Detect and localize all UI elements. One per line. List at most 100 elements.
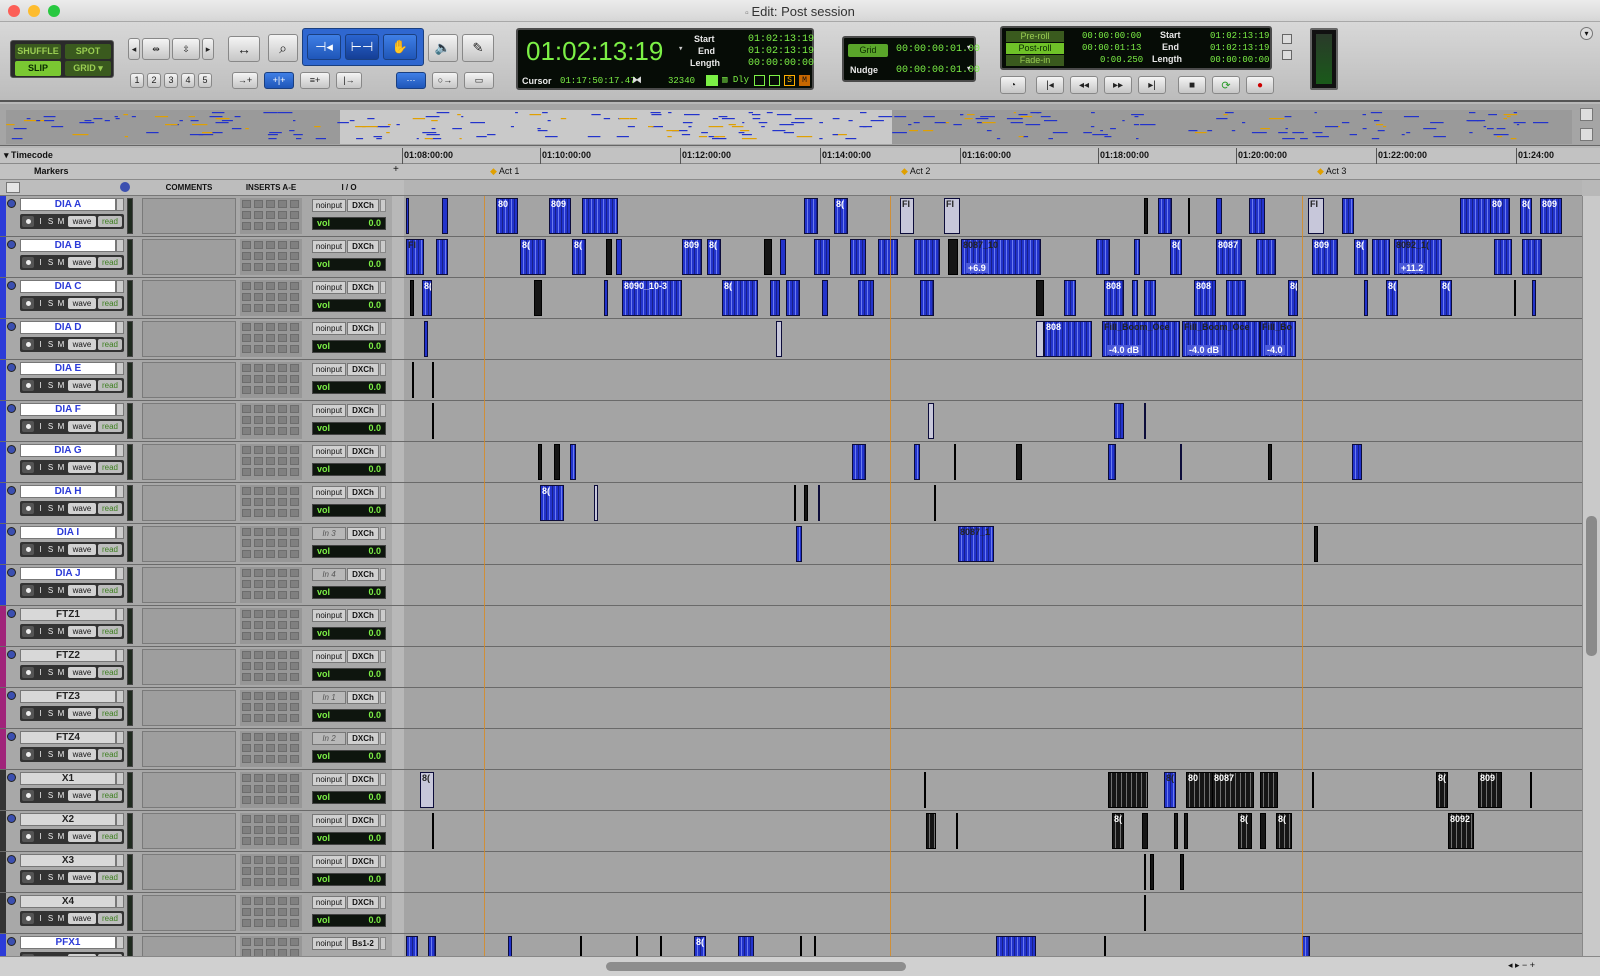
audio-clip[interactable] <box>1144 895 1146 931</box>
insert-slot[interactable] <box>266 867 275 875</box>
insert-slot[interactable] <box>290 427 299 435</box>
track-menu-icon[interactable] <box>116 772 124 785</box>
track-row[interactable]: DIA J I S M wave read In 4 DXCh vol 0.0 <box>0 565 1600 606</box>
audio-clip[interactable] <box>1268 444 1272 480</box>
insert-slot[interactable] <box>254 908 263 916</box>
track-output-selector[interactable]: DXCh <box>347 199 379 212</box>
track-comments[interactable] <box>142 239 236 275</box>
input-monitor-button[interactable]: I <box>36 708 45 719</box>
insert-slot[interactable] <box>242 733 251 741</box>
input-monitor-button[interactable]: I <box>36 872 45 883</box>
track-type-icon[interactable] <box>7 568 16 577</box>
audio-clip[interactable] <box>804 485 808 521</box>
insert-slot[interactable] <box>266 334 275 342</box>
track-view-selector[interactable]: wave <box>68 790 96 801</box>
group-icon[interactable] <box>120 182 130 192</box>
track-type-icon[interactable] <box>7 855 16 864</box>
automation-mode-selector[interactable]: read <box>98 872 122 883</box>
insert-slot[interactable] <box>290 304 299 312</box>
insert-slot[interactable] <box>290 733 299 741</box>
insert-slot[interactable] <box>290 487 299 495</box>
track-output-selector[interactable]: DXCh <box>347 691 379 704</box>
insert-slot[interactable] <box>254 222 263 230</box>
insert-slot[interactable] <box>254 200 263 208</box>
input-monitor-button[interactable]: I <box>36 749 45 760</box>
track-view-selector[interactable]: wave <box>68 872 96 883</box>
track-name[interactable]: FTZ4 <box>20 731 116 744</box>
audio-clip[interactable] <box>852 444 866 480</box>
insert-slot[interactable] <box>254 241 263 249</box>
track-comments[interactable] <box>142 403 236 439</box>
track-playlist-lane[interactable]: 8(8090_10-3 8(808 808 8(8(8( <box>404 278 1582 318</box>
audio-clip[interactable] <box>1372 239 1390 275</box>
audio-clip[interactable] <box>1532 280 1536 316</box>
track-input-selector[interactable]: noinput <box>312 937 346 950</box>
record-enable-icon[interactable] <box>22 585 34 596</box>
track-inserts[interactable] <box>240 567 302 603</box>
solo-button[interactable]: S <box>46 913 55 924</box>
shuffle-mode-button[interactable]: SHUFFLE <box>15 44 61 59</box>
audio-clip[interactable]: 8( <box>694 936 706 956</box>
insert-slot[interactable] <box>266 580 275 588</box>
solo-button[interactable]: S <box>46 544 55 555</box>
audio-clip[interactable]: 8( <box>1164 772 1176 808</box>
track-comments[interactable] <box>142 813 236 849</box>
insert-slot[interactable] <box>254 416 263 424</box>
insert-slot[interactable] <box>254 252 263 260</box>
audio-clip[interactable] <box>660 936 662 956</box>
insert-slot[interactable] <box>242 867 251 875</box>
solo-button[interactable]: S <box>46 831 55 842</box>
audio-clip[interactable] <box>776 321 782 357</box>
track-playlist-lane[interactable] <box>404 852 1582 892</box>
zoom-preset-1[interactable]: 1 <box>130 73 144 88</box>
insert-slot[interactable] <box>278 815 287 823</box>
scrubber-tool-icon[interactable]: 🔈 <box>428 34 458 62</box>
delay-comp-label[interactable]: ▥ Dly <box>722 75 749 85</box>
postroll-button[interactable]: Post-roll <box>1006 43 1064 54</box>
audio-clip[interactable]: 8( <box>1112 813 1124 849</box>
io-scroll-icon[interactable] <box>380 445 386 458</box>
automation-mode-selector[interactable]: read <box>98 339 122 350</box>
track-inserts[interactable] <box>240 608 302 644</box>
insert-slot[interactable] <box>278 364 287 372</box>
insert-slot[interactable] <box>242 345 251 353</box>
insert-slot[interactable] <box>290 949 299 956</box>
insert-slot[interactable] <box>266 785 275 793</box>
insert-slot[interactable] <box>266 487 275 495</box>
insert-slot[interactable] <box>266 386 275 394</box>
insert-slot[interactable] <box>254 796 263 804</box>
audio-clip[interactable]: FI <box>406 239 424 275</box>
audio-clip[interactable]: FI <box>900 198 914 234</box>
insert-slot[interactable] <box>278 457 287 465</box>
audio-clip[interactable]: 8( <box>707 239 721 275</box>
insert-slot[interactable] <box>278 703 287 711</box>
insert-slot[interactable] <box>266 856 275 864</box>
solo-button[interactable]: S <box>46 257 55 268</box>
insert-slot[interactable] <box>278 878 287 886</box>
audio-clip[interactable]: 8( <box>422 280 432 316</box>
track-inserts[interactable] <box>240 198 302 234</box>
track-name[interactable]: DIA H <box>20 485 116 498</box>
record-enable-icon[interactable] <box>22 421 34 432</box>
record-icon[interactable]: ● <box>1246 76 1274 94</box>
track-input-selector[interactable]: In 2 <box>312 732 346 745</box>
io-scroll-icon[interactable] <box>380 404 386 417</box>
insert-slot[interactable] <box>242 785 251 793</box>
insert-slot[interactable] <box>278 785 287 793</box>
record-enable-icon[interactable] <box>22 216 34 227</box>
insert-slot[interactable] <box>290 580 299 588</box>
track-volume[interactable]: vol 0.0 <box>312 668 386 681</box>
insert-slot[interactable] <box>290 610 299 618</box>
audio-clip[interactable]: 8( <box>420 772 434 808</box>
insert-slot[interactable] <box>242 539 251 547</box>
solo-button[interactable]: S <box>46 380 55 391</box>
insert-slot[interactable] <box>266 375 275 383</box>
track-inserts[interactable] <box>240 690 302 726</box>
insert-slot[interactable] <box>242 651 251 659</box>
track-list-icon[interactable] <box>6 182 20 193</box>
add-marker-icon[interactable]: + <box>393 164 399 175</box>
automation-mode-selector[interactable]: read <box>98 421 122 432</box>
audio-clip[interactable] <box>554 444 560 480</box>
insert-slot[interactable] <box>242 323 251 331</box>
mute-button[interactable]: M <box>56 421 66 432</box>
